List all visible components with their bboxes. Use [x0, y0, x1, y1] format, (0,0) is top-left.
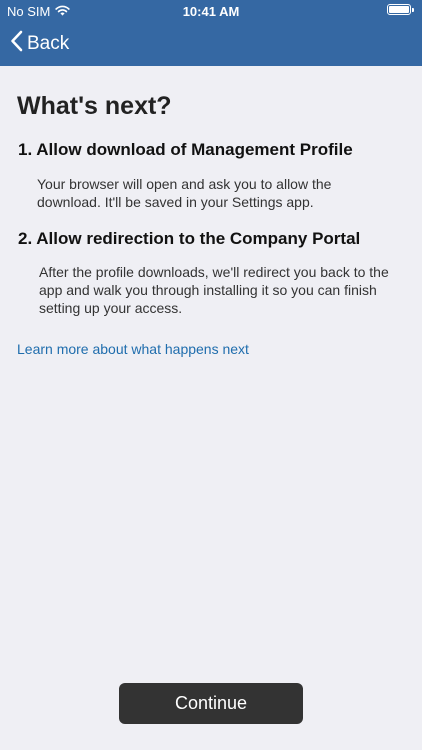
step-2-body: After the profile downloads, we'll redir… — [39, 264, 389, 316]
battery-icon — [387, 4, 411, 15]
continue-button[interactable]: Continue — [119, 683, 303, 724]
battery-fill — [389, 6, 409, 13]
battery-tip — [412, 7, 414, 12]
step-1-body: Your browser will open and ask you to al… — [37, 176, 332, 210]
navigation-bar: Back — [0, 22, 422, 66]
chevron-left-icon — [10, 30, 23, 58]
status-time: 10:41 AM — [182, 4, 240, 19]
step-1-heading: 1. Allow download of Management Profile — [18, 140, 353, 159]
back-button[interactable]: Back — [10, 30, 69, 58]
page-title: What's next? — [17, 92, 172, 120]
back-label: Back — [27, 33, 70, 54]
status-right — [387, 4, 414, 15]
top-bar: No SIM 10:41 AM Back — [0, 0, 422, 66]
step-2-heading: 2. Allow redirection to the Company Port… — [18, 229, 361, 248]
status-bar: No SIM 10:41 AM — [0, 0, 422, 22]
learn-more-link[interactable]: Learn more about what happens next — [17, 341, 249, 357]
